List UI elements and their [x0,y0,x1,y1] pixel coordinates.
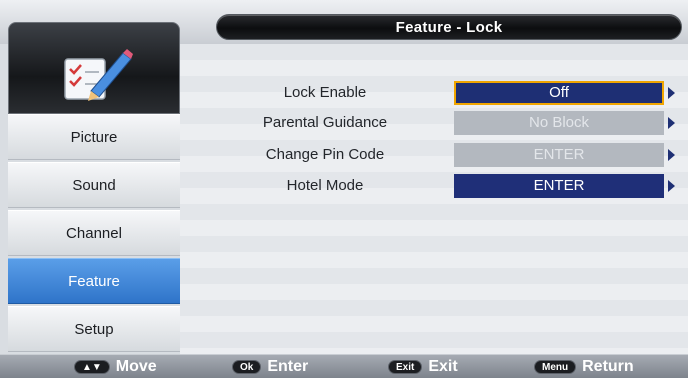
hint-move: ▲▼ Move [74,357,157,377]
arrow-right-icon [668,149,675,161]
setting-row-change-pin-code[interactable]: Change Pin Code ENTER [180,143,688,167]
setting-row-hotel-mode[interactable]: Hotel Mode ENTER [180,174,688,198]
setting-label: Change Pin Code [265,146,385,163]
arrow-right-icon [668,180,675,192]
sidebar-item-channel[interactable]: Channel [8,210,180,256]
change-pin-code-value[interactable]: ENTER [454,143,664,167]
setting-row-lock-enable[interactable]: Lock Enable Off [180,81,688,105]
sidebar-item-picture[interactable]: Picture [8,114,180,160]
feature-icon-panel [8,22,180,114]
setting-row-parental-guidance[interactable]: Parental Guidance No Block [180,111,688,135]
hotel-mode-value[interactable]: ENTER [454,174,664,198]
sidebar-item-sound[interactable]: Sound [8,162,180,208]
checklist-pencil-icon [64,49,133,101]
footer-hint-bar: ▲▼ Move Ok Enter Exit Exit Menu Return [0,354,688,378]
hint-exit: Exit Exit [388,357,458,377]
arrow-right-icon [668,87,675,99]
parental-guidance-value[interactable]: No Block [454,111,664,135]
sidebar-item-setup[interactable]: Setup [8,306,180,352]
hint-label: Enter [267,358,309,375]
hint-return: Menu Return [534,357,634,377]
ok-key-icon: Ok [232,360,262,374]
lock-enable-value[interactable]: Off [454,81,664,105]
setting-label: Hotel Mode [286,177,364,194]
sidebar: Picture Sound Channel Feature Setup [8,22,180,352]
page-title: Feature - Lock [216,14,682,40]
hint-label: Exit [428,358,458,375]
settings-panel: Lock Enable Off Parental Guidance No Blo… [180,44,688,354]
hint-label: Move [115,358,157,375]
hint-enter: Ok Enter [232,357,308,377]
arrow-right-icon [668,117,675,129]
hint-label: Return [582,358,634,375]
setting-label: Lock Enable [283,84,367,101]
sidebar-item-feature[interactable]: Feature [8,258,180,304]
setting-label: Parental Guidance [262,114,388,131]
exit-key-icon: Exit [388,360,423,374]
menu-key-icon: Menu [534,360,577,374]
up-down-arrows-icon: ▲▼ [74,360,110,374]
